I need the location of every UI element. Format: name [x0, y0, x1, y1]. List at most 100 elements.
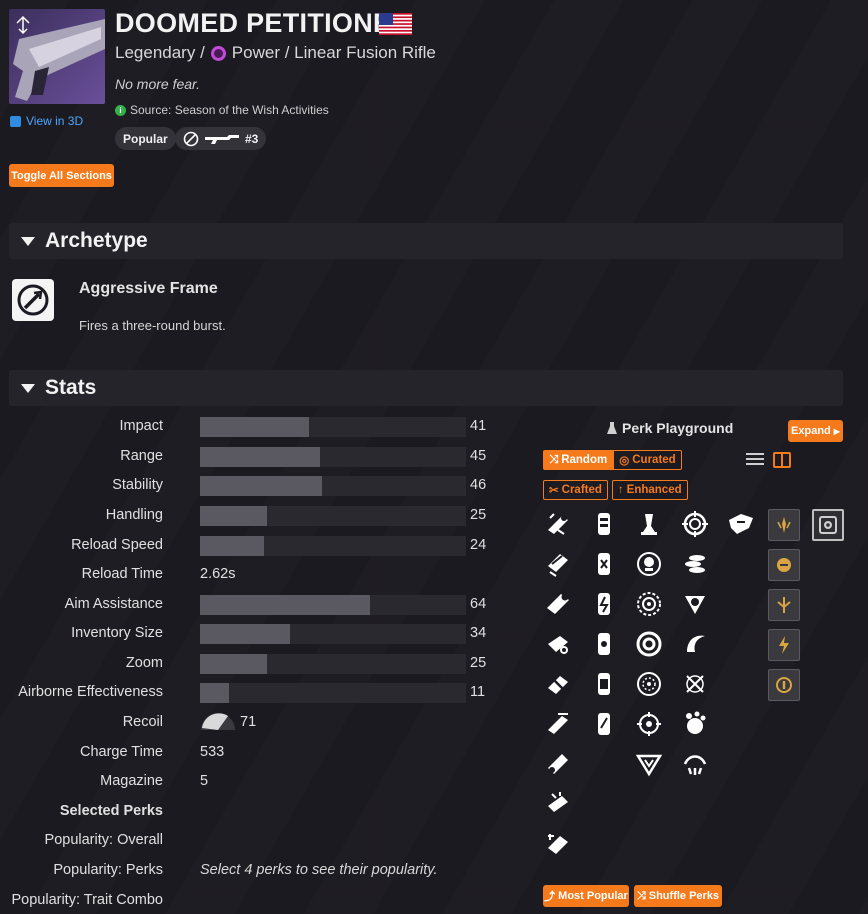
info-icon: i: [115, 104, 126, 116]
battery-perk-icon[interactable]: [589, 549, 619, 579]
view-toggle: [746, 452, 791, 468]
stat-bar-inventory-size: [200, 624, 466, 644]
stat-label-stability: Stability: [112, 477, 163, 493]
shuffle-icon: ⤨: [636, 889, 646, 902]
masterwork-perk-icon[interactable]: [768, 509, 800, 541]
stat-value-recoil: 71: [240, 714, 257, 730]
masterwork-perk-icon[interactable]: [768, 629, 800, 661]
expand-label: Expand: [791, 425, 831, 437]
random-button[interactable]: ⤨ Random: [543, 450, 614, 470]
masterwork-perk-icon[interactable]: [768, 669, 800, 701]
view-in-3d-link[interactable]: View in 3D: [10, 114, 83, 128]
stat-bar-impact: [200, 417, 466, 437]
weapon-thumbnail: [9, 9, 105, 104]
popular-label: Popular: [123, 131, 168, 146]
trait-perk-icon[interactable]: [634, 549, 664, 579]
trait-perk-icon[interactable]: [680, 629, 710, 659]
popularity-trait-combo-label: Popularity: Trait Combo: [11, 892, 163, 908]
barrel-perk-icon[interactable]: [543, 629, 573, 659]
battery-perk-icon[interactable]: [589, 629, 619, 659]
hammer-icon: ✂: [549, 485, 559, 497]
popularity-perks-label: Popularity: Perks: [53, 862, 163, 878]
stat-value-reload-speed: 24: [470, 537, 487, 553]
weapon-type-label: Power / Linear Fusion Rifle: [231, 43, 436, 62]
collapse-triangle-icon: [21, 383, 35, 393]
masterwork-perk-icon[interactable]: [768, 589, 800, 621]
stat-bar-aim-assistance: [200, 595, 466, 615]
trait-perk-icon[interactable]: [680, 749, 710, 779]
archetype-section-header[interactable]: Archetype: [9, 223, 843, 259]
barrel-perk-icon[interactable]: [543, 549, 573, 579]
shuffle-perks-button[interactable]: ⤨ Shuffle Perks: [634, 885, 722, 907]
archetype-name: Aggressive Frame: [79, 280, 218, 297]
power-element-icon: [210, 45, 226, 61]
source-text: Source: Season of the Wish Activities: [130, 103, 329, 117]
trait-perk-icon[interactable]: [634, 629, 664, 659]
battery-perk-icon[interactable]: [589, 509, 619, 539]
stat-label-aim-assistance: Aim Assistance: [64, 596, 163, 612]
arrow-up-icon: ↑: [617, 484, 624, 496]
stat-value-handling: 25: [470, 507, 487, 523]
archetype-description: Fires a three-round burst.: [79, 318, 226, 333]
trait-perk-icon[interactable]: [634, 509, 664, 539]
barrel-perk-icon[interactable]: [543, 829, 573, 859]
battery-perk-icon[interactable]: [589, 589, 619, 619]
barrel-perk-icon[interactable]: [543, 789, 573, 819]
barrel-perk-icon[interactable]: [543, 669, 573, 699]
stat-value-aim-assistance: 64: [470, 596, 487, 612]
stat-fill: [200, 595, 371, 615]
most-popular-button[interactable]: ⤴ Most Popular: [543, 885, 629, 907]
list-view-icon[interactable]: [746, 453, 764, 467]
weapon-subtitle: Legendary / Power / Linear Fusion Rifle: [115, 43, 436, 63]
trait-perk-icon[interactable]: [680, 549, 710, 579]
popular-badge[interactable]: Popular: [115, 127, 176, 150]
masterwork-perk-icon[interactable]: [768, 549, 800, 581]
stat-fill: [200, 417, 310, 437]
stat-fill: [200, 506, 267, 526]
flavor-text: No more fear.: [115, 76, 201, 92]
popularity-note: Select 4 perks to see their popularity.: [200, 862, 438, 878]
stat-bar-airborne: [200, 683, 466, 703]
expand-button[interactable]: Expand ▶: [788, 420, 843, 442]
stat-label-zoom: Zoom: [125, 655, 163, 671]
perk-playground-title: Perk Playground: [607, 420, 733, 436]
stat-label-impact: Impact: [119, 418, 163, 434]
perk-column-barrels: [543, 509, 573, 859]
trait-perk-icon[interactable]: [634, 669, 664, 699]
trait-perk-icon[interactable]: [680, 669, 710, 699]
perk-column-batteries: [589, 509, 619, 739]
origin-perk-icon[interactable]: [726, 509, 756, 539]
random-label: Random: [561, 454, 608, 466]
rank-badge[interactable]: #3: [175, 127, 267, 150]
filter-toggles: ✂ Crafted ↑ Enhanced: [543, 480, 688, 500]
stat-label-reload-speed: Reload Speed: [71, 537, 163, 553]
barrel-perk-icon[interactable]: [543, 509, 573, 539]
curated-label: Curated: [632, 454, 676, 466]
stats-section-header[interactable]: Stats: [9, 370, 843, 406]
stat-value-impact: 41: [470, 418, 487, 434]
stat-label-inventory-size: Inventory Size: [71, 625, 163, 641]
battery-perk-icon[interactable]: [589, 709, 619, 739]
trait-perk-icon[interactable]: [634, 749, 664, 779]
trait-perk-icon[interactable]: [634, 589, 664, 619]
crafted-button[interactable]: ✂ Crafted: [543, 480, 608, 500]
barrel-perk-icon[interactable]: [543, 589, 573, 619]
barrel-perk-icon[interactable]: [543, 749, 573, 779]
stat-value-zoom: 25: [470, 655, 487, 671]
trait-perk-icon[interactable]: [680, 709, 710, 739]
source-line: i Source: Season of the Wish Activities: [115, 103, 329, 117]
trait-perk-icon[interactable]: [634, 709, 664, 739]
mod-slot-icon[interactable]: [812, 509, 844, 541]
toggle-all-sections-button[interactable]: Toggle All Sections: [9, 164, 114, 187]
trait-perk-icon[interactable]: [680, 589, 710, 619]
trait-perk-icon[interactable]: [680, 509, 710, 539]
stat-label-airborne: Airborne Effectiveness: [18, 684, 163, 700]
enhanced-button[interactable]: ↑ Enhanced: [611, 480, 688, 500]
curated-button[interactable]: ◎ Curated: [613, 450, 682, 470]
battery-perk-icon[interactable]: [589, 669, 619, 699]
stat-label-range: Range: [120, 448, 163, 464]
barrel-perk-icon[interactable]: [543, 709, 573, 739]
grid-view-icon[interactable]: [773, 452, 791, 468]
stat-label-recoil: Recoil: [122, 714, 163, 730]
stat-value-magazine: 5: [200, 773, 209, 789]
